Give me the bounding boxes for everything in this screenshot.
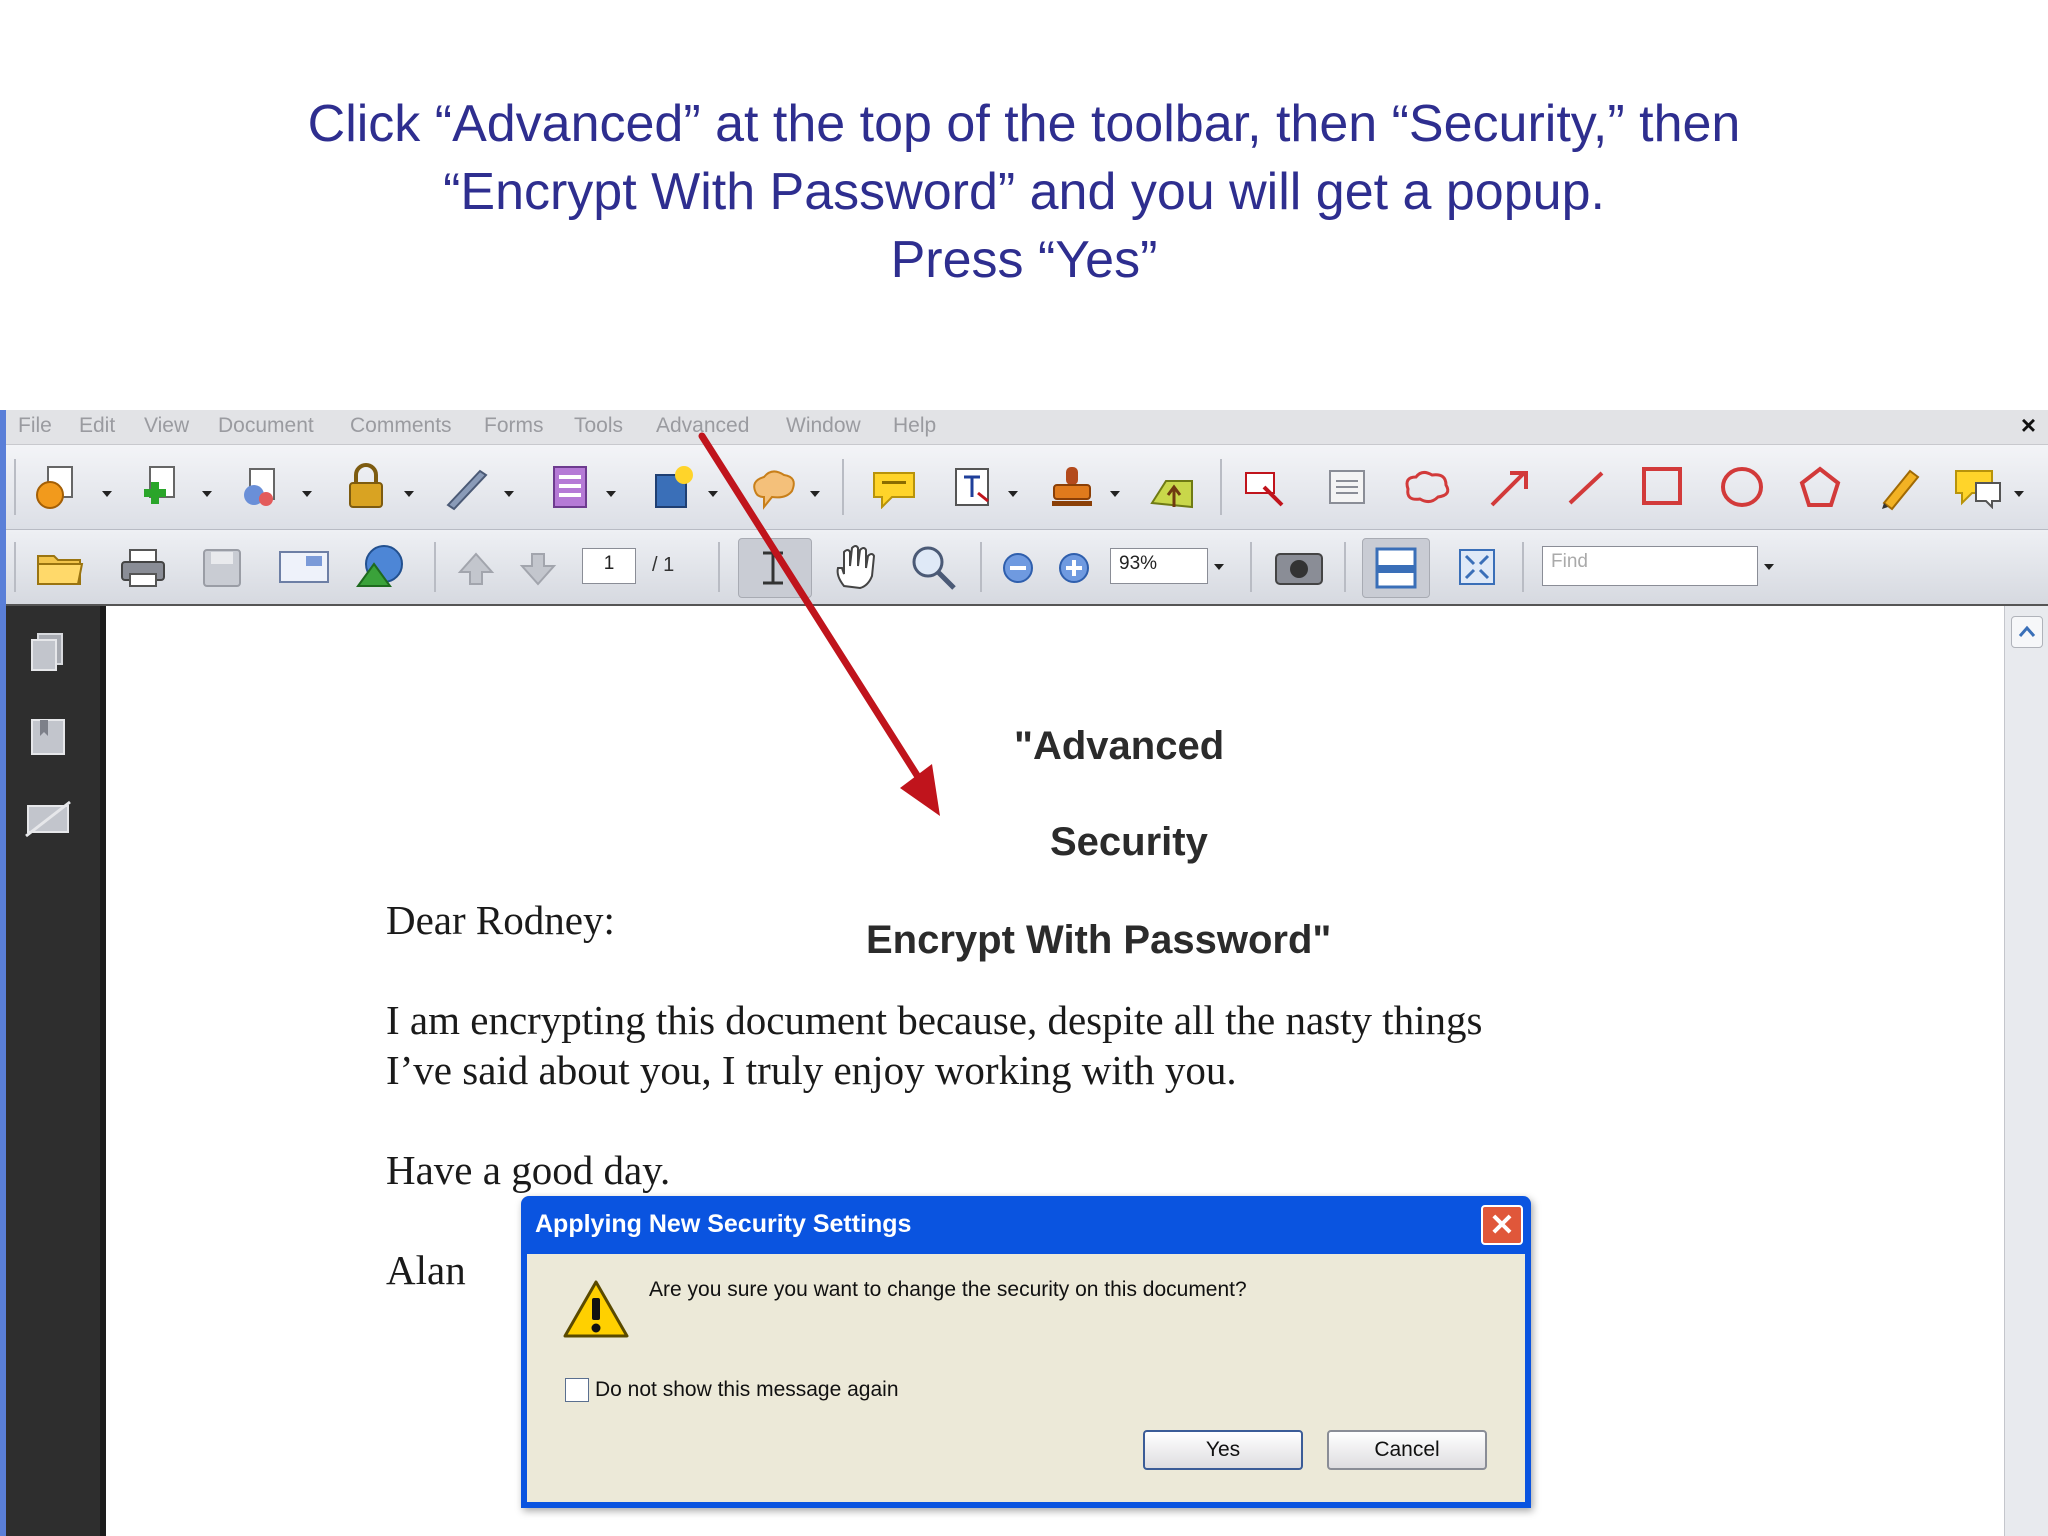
cloud-dropdown-icon[interactable] <box>810 491 820 497</box>
scroll-up-button[interactable] <box>2011 616 2043 648</box>
page-total-label: / 1 <box>652 554 675 576</box>
next-page-icon[interactable] <box>518 550 558 586</box>
highlight-text-icon[interactable] <box>1242 465 1290 511</box>
select-tool-button[interactable] <box>738 538 812 598</box>
tasks-toolbar <box>6 445 2048 530</box>
secure-dropdown-icon[interactable] <box>404 491 414 497</box>
print-icon[interactable] <box>118 546 168 588</box>
cancel-button[interactable]: Cancel <box>1327 1430 1487 1470</box>
fit-width-button[interactable] <box>1362 538 1430 598</box>
overlay-step-encrypt: Encrypt With Password" <box>866 918 1332 962</box>
oval-tool-icon[interactable] <box>1720 465 1764 509</box>
instruction-line-3: Press “Yes” <box>890 231 1158 289</box>
forms-icon[interactable] <box>546 463 594 511</box>
arrow-tool-icon[interactable] <box>1486 465 1534 509</box>
fit-width-icon <box>1375 547 1417 589</box>
menu-file[interactable]: File <box>18 414 52 438</box>
line-tool-icon[interactable] <box>1564 465 1608 509</box>
export-dropdown-icon[interactable] <box>302 491 312 497</box>
letter-greeting: Dear Rodney: <box>386 897 615 943</box>
open-folder-icon[interactable] <box>34 546 86 588</box>
zoom-dropdown-icon[interactable] <box>1214 564 1224 570</box>
chevron-up-icon <box>2018 625 2036 637</box>
create-pdf-icon[interactable] <box>34 463 82 511</box>
collaborate-globe-icon[interactable] <box>354 542 408 592</box>
full-screen-icon[interactable] <box>1454 544 1500 590</box>
menu-edit[interactable]: Edit <box>79 414 115 438</box>
forms-dropdown-icon[interactable] <box>606 491 616 497</box>
text-edit-icon[interactable] <box>950 463 994 511</box>
comment-tools-dropdown-icon[interactable] <box>2014 491 2024 497</box>
attach-file-icon[interactable] <box>1146 463 1198 511</box>
dialog-close-button[interactable]: ✕ <box>1481 1205 1523 1245</box>
instruction-text: Click “Advanced” at the top of the toolb… <box>0 90 2048 294</box>
page-number-input[interactable]: 1 <box>582 548 636 584</box>
zoom-level-input[interactable]: 93% <box>1110 548 1208 584</box>
find-dropdown-icon[interactable] <box>1764 564 1774 570</box>
text-box-icon[interactable] <box>1326 467 1368 507</box>
warning-icon <box>563 1280 629 1338</box>
menu-window[interactable]: Window <box>786 414 861 438</box>
bookmarks-panel-icon[interactable] <box>26 714 72 760</box>
text-select-icon <box>763 551 783 585</box>
yes-button[interactable]: Yes <box>1143 1430 1303 1470</box>
sticky-note-icon[interactable] <box>870 467 918 509</box>
letter-closing: Have a good day. <box>386 1147 671 1193</box>
rectangle-tool-icon[interactable] <box>1640 465 1684 509</box>
zoom-tool-icon[interactable] <box>908 542 960 592</box>
pages-panel-icon[interactable] <box>26 630 72 676</box>
dialog-message: Are you sure you want to change the secu… <box>649 1278 1247 1301</box>
file-navigation-toolbar: 1 / 1 93% Find <box>6 530 2048 606</box>
review-dropdown-icon[interactable] <box>708 491 718 497</box>
navigation-panel <box>6 606 100 1536</box>
menu-view[interactable]: View <box>144 414 189 438</box>
dialog-body: Are you sure you want to change the secu… <box>527 1254 1525 1502</box>
letter-signature: Alan <box>386 1247 466 1293</box>
stamp-icon[interactable] <box>1048 463 1096 511</box>
previous-page-icon[interactable] <box>456 550 496 586</box>
email-icon[interactable] <box>276 546 332 588</box>
menu-comments[interactable]: Comments <box>350 414 452 438</box>
text-edit-dropdown-icon[interactable] <box>1008 491 1018 497</box>
menu-document[interactable]: Document <box>218 414 314 438</box>
menu-help[interactable]: Help <box>893 414 936 438</box>
create-pdf-dropdown-icon[interactable] <box>102 491 112 497</box>
instruction-line-2: “Encrypt With Password” and you will get… <box>443 163 1605 221</box>
save-icon[interactable] <box>200 546 244 588</box>
snapshot-camera-icon[interactable] <box>1272 544 1326 590</box>
comment-tools-icon[interactable] <box>1952 465 2004 509</box>
zoom-in-icon[interactable] <box>1056 550 1092 586</box>
menu-bar: File Edit View Document Comments Forms T… <box>6 410 2048 445</box>
combine-files-icon[interactable] <box>134 463 182 511</box>
polygon-tool-icon[interactable] <box>1798 465 1842 509</box>
security-settings-dialog: Applying New Security Settings ✕ Are you… <box>521 1196 1531 1508</box>
combine-files-dropdown-icon[interactable] <box>202 491 212 497</box>
dont-show-again-checkbox[interactable] <box>565 1378 589 1402</box>
sign-dropdown-icon[interactable] <box>504 491 514 497</box>
letter-body-line-2: I’ve said about you, I truly enjoy worki… <box>386 1047 1237 1093</box>
signatures-panel-icon[interactable] <box>22 796 76 842</box>
cloud-comment-icon[interactable] <box>746 463 802 511</box>
menu-tools[interactable]: Tools <box>574 414 623 438</box>
review-icon[interactable] <box>650 463 698 511</box>
sign-pen-icon[interactable] <box>442 463 490 511</box>
vertical-scrollbar[interactable] <box>2004 606 2048 1536</box>
close-document-icon[interactable]: × <box>2021 410 2036 441</box>
dialog-title: Applying New Security Settings <box>535 1210 912 1238</box>
dont-show-again-label[interactable]: Do not show this message again <box>595 1378 899 1402</box>
cloud-shape-icon[interactable] <box>1400 467 1454 507</box>
lock-icon[interactable] <box>342 461 390 511</box>
stamp-dropdown-icon[interactable] <box>1110 491 1120 497</box>
hand-tool-icon[interactable] <box>828 542 880 592</box>
export-icon[interactable] <box>236 463 284 511</box>
pencil-tool-icon[interactable] <box>1876 463 1924 511</box>
menu-advanced[interactable]: Advanced <box>656 414 749 438</box>
overlay-step-security: Security <box>1050 820 1208 864</box>
letter-body-line-1: I am encrypting this document because, d… <box>386 997 1483 1043</box>
overlay-step-advanced: "Advanced <box>1014 724 1225 768</box>
find-input[interactable]: Find <box>1542 546 1758 586</box>
zoom-out-icon[interactable] <box>1000 550 1036 586</box>
menu-forms[interactable]: Forms <box>484 414 544 438</box>
instruction-line-1: Click “Advanced” at the top of the toolb… <box>307 95 1741 153</box>
